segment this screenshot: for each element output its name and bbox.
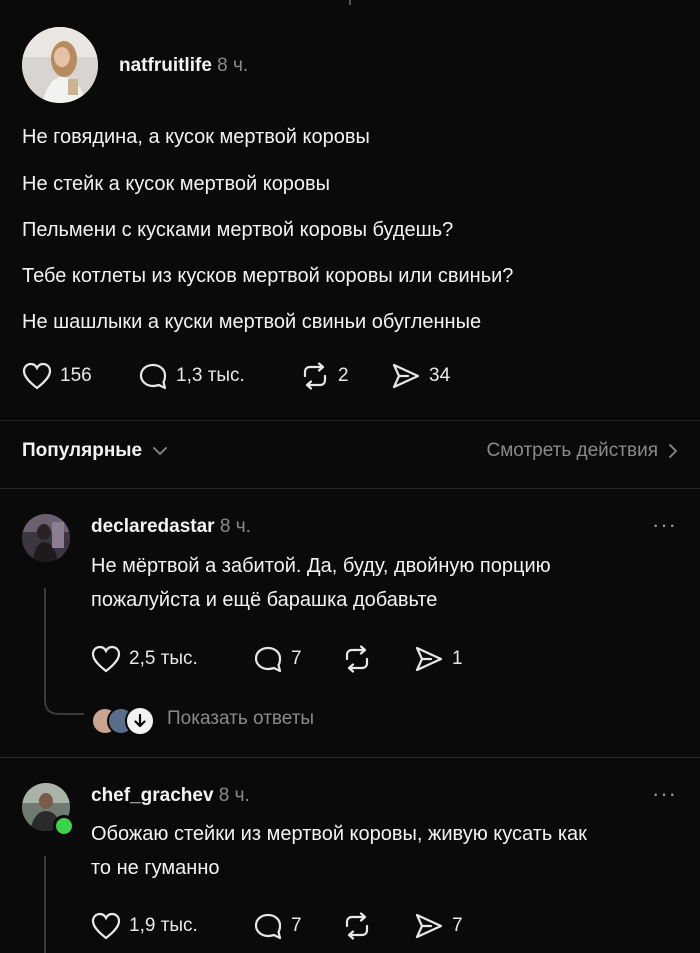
heart-icon	[91, 645, 121, 673]
comment-2-reply-button[interactable]: 7	[253, 912, 302, 940]
post-repost-button[interactable]: 2	[300, 362, 349, 390]
comment-2-share-button[interactable]: 7	[414, 912, 463, 940]
comment-2-thread-line	[44, 856, 46, 953]
comment-1-reply-button[interactable]: 7	[253, 645, 302, 673]
expand-arrow-icon	[125, 706, 155, 736]
heart-icon	[91, 912, 121, 940]
send-icon	[415, 646, 443, 672]
post-text-line-2: Не стейк а кусок мертвой коровы	[22, 173, 331, 195]
view-activity-link[interactable]: Смотреть действия	[487, 440, 678, 462]
send-icon	[392, 363, 420, 389]
comment-2-more-button[interactable]: ···	[652, 781, 677, 807]
post-author-line: natfruitlife 8 ч.	[119, 55, 248, 77]
comment-2-text-line-1: Обожаю стейки из мертвой коровы, живую к…	[91, 823, 587, 845]
comment-1-avatar[interactable]	[22, 514, 70, 562]
comment-1-author-line: declaredastar 8 ч.	[91, 516, 251, 538]
online-status-dot	[53, 815, 75, 837]
comment-1-reply-count: 7	[291, 648, 302, 669]
comment-2-repost-button[interactable]	[342, 912, 372, 940]
thread-curve	[44, 692, 84, 715]
comment-1-repost-button[interactable]	[342, 645, 372, 673]
comment-2-reply-count: 7	[291, 915, 302, 936]
post-reply-button[interactable]: 1,3 тыс.	[138, 362, 245, 390]
post-time: 8 ч.	[217, 55, 249, 76]
repost-icon	[345, 645, 369, 673]
post-divider	[0, 420, 700, 421]
top-edge-mark	[349, 0, 351, 5]
repost-icon	[345, 912, 369, 940]
comment-1-text-line-2: пожалуйста и ещё барашка добавьте	[91, 589, 438, 611]
comment-2-username[interactable]: chef_grachev	[91, 785, 214, 806]
post-text-line-4: Тебе котлеты из кусков мертвой коровы ил…	[22, 265, 514, 287]
reply-avatars	[91, 706, 155, 736]
filter-divider	[0, 488, 700, 489]
comment-1-share-count: 1	[452, 648, 463, 669]
comment-1-username[interactable]: declaredastar	[91, 516, 215, 537]
comment-bubble-icon	[139, 363, 167, 390]
post-text-line-3: Пельмени с кусками мертвой коровы будешь…	[22, 219, 454, 241]
avatar-photo-icon	[22, 27, 98, 103]
view-activity-label: Смотреть действия	[486, 440, 658, 461]
comment-1-thread-line	[44, 588, 46, 698]
sort-dropdown[interactable]: Популярные	[22, 440, 168, 462]
comment-2-time: 8 ч.	[218, 785, 250, 806]
post-like-button[interactable]: 156	[22, 362, 92, 390]
post-author-avatar[interactable]	[22, 27, 98, 103]
comment-1-like-count: 2,5 тыс.	[129, 648, 198, 669]
sort-label: Популярные	[22, 440, 143, 461]
post-like-count: 156	[60, 365, 92, 386]
comment-1-time: 8 ч.	[219, 516, 251, 537]
comment-2-share-count: 7	[452, 915, 463, 936]
post-username[interactable]: natfruitlife	[119, 55, 212, 76]
post-reply-count: 1,3 тыс.	[176, 365, 245, 386]
send-icon	[415, 913, 443, 939]
chevron-right-icon	[669, 444, 678, 458]
comment-2-like-count: 1,9 тыс.	[129, 915, 198, 936]
show-replies-button[interactable]: Показать ответы	[91, 706, 315, 736]
comment-2-like-button[interactable]: 1,9 тыс.	[91, 912, 198, 940]
show-replies-label: Показать ответы	[167, 708, 315, 729]
avatar-photo-icon	[22, 514, 70, 562]
comment-1-share-button[interactable]: 1	[414, 645, 463, 673]
post-text-line-5: Не шашлыки а куски мертвой свиньи обугле…	[22, 311, 482, 333]
post-share-count: 34	[429, 365, 451, 386]
post-share-button[interactable]: 34	[391, 362, 450, 390]
chevron-down-icon	[153, 447, 167, 456]
comment-2-author-line: chef_grachev 8 ч.	[91, 785, 250, 807]
comment-divider	[0, 757, 700, 758]
comment-1-text-line-1: Не мёртвой а забитой. Да, буду, двойную …	[91, 555, 551, 577]
repost-icon	[303, 362, 327, 390]
heart-icon	[22, 362, 52, 390]
comment-bubble-icon	[254, 646, 282, 673]
post-repost-count: 2	[338, 365, 349, 386]
comment-1-like-button[interactable]: 2,5 тыс.	[91, 645, 198, 673]
comment-1-more-button[interactable]: ···	[652, 512, 677, 538]
post-text-line-1: Не говядина, а кусок мертвой коровы	[22, 126, 370, 148]
comment-2-text-line-2: то не гуманно	[91, 857, 220, 879]
comment-bubble-icon	[254, 913, 282, 940]
